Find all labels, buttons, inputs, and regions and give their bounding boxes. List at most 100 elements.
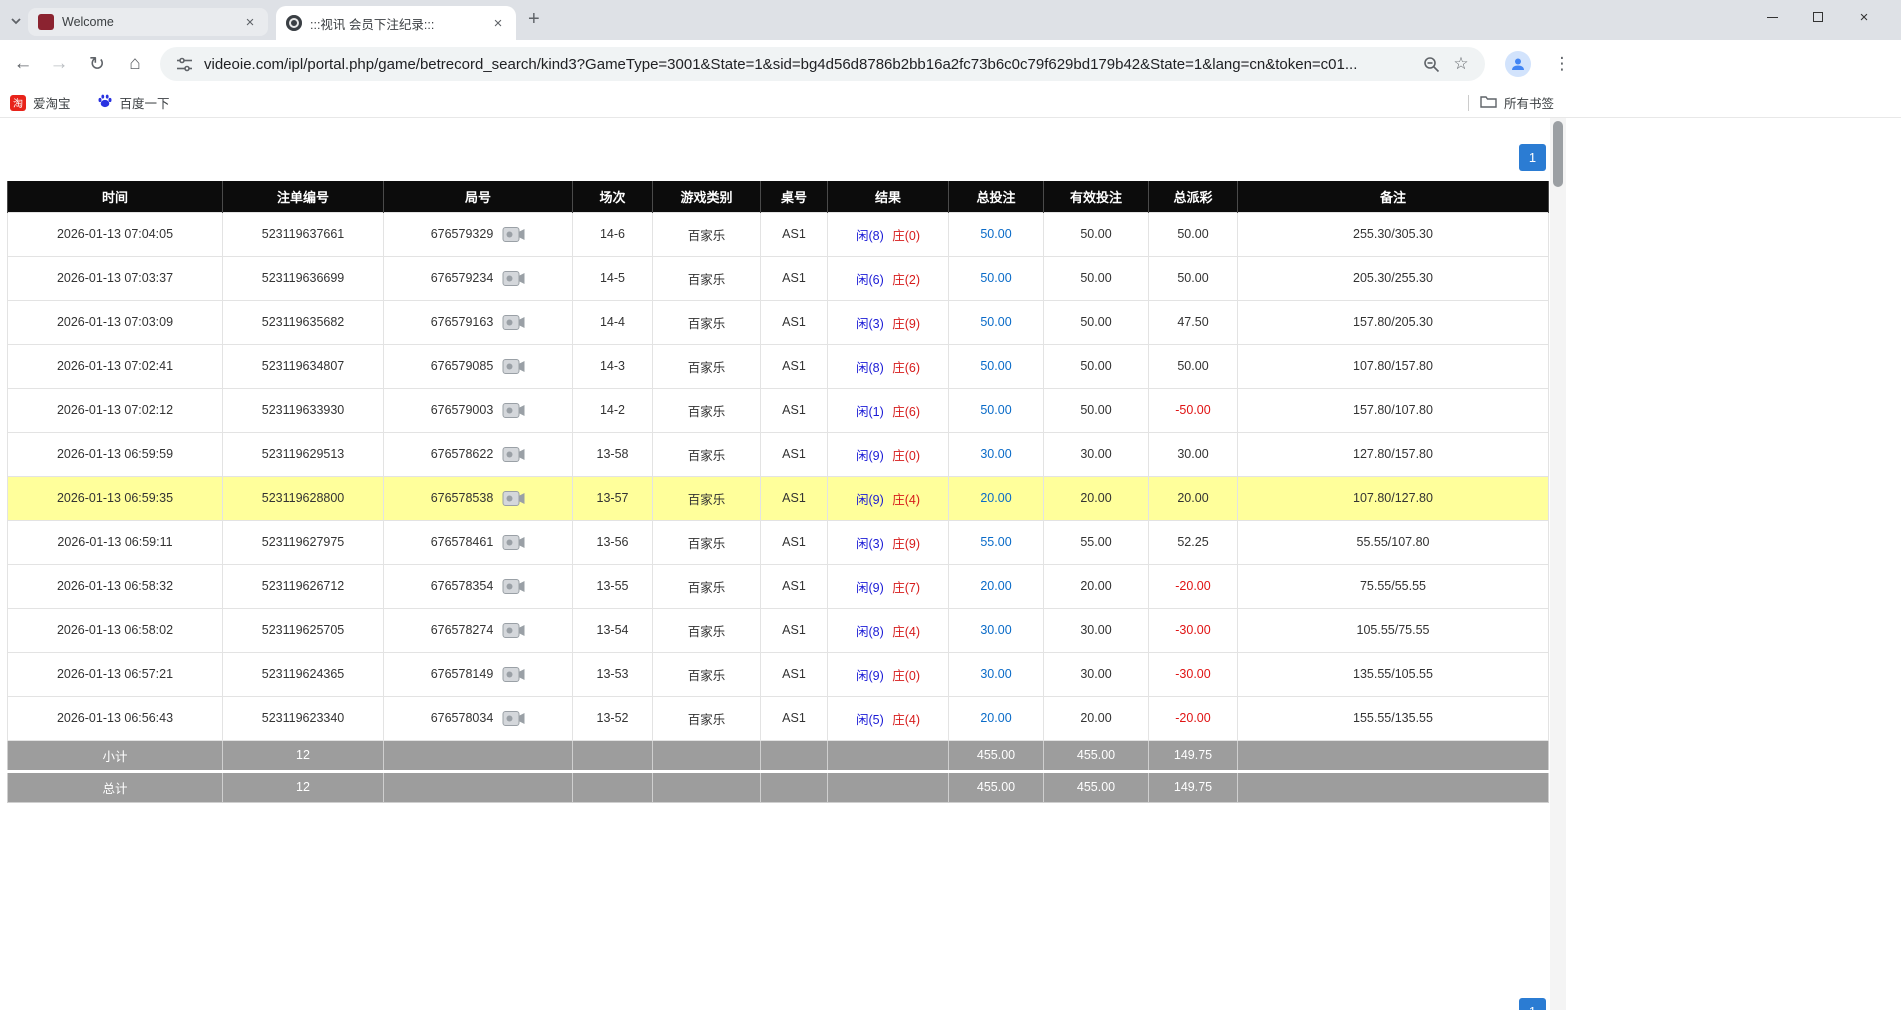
column-header-round-id: 局号 [384,181,573,212]
site-settings-tune-icon[interactable] [174,54,194,74]
total-bet-link[interactable]: 30.00 [980,447,1011,461]
cell-remark: 255.30/305.30 [1238,212,1549,256]
profile-avatar[interactable] [1505,51,1531,77]
table-row[interactable]: 2026-01-13 06:59:59 523119629513 6765786… [8,432,1549,476]
video-replay-icon[interactable] [502,577,525,596]
back-icon[interactable]: ← [8,40,38,88]
video-replay-icon[interactable] [502,533,525,552]
browser-menu-icon[interactable]: ⋮ [1549,40,1575,88]
cell-valid-bet: 20.00 [1044,564,1149,608]
round-id-text: 676579163 [431,315,494,329]
close-window-button[interactable]: × [1841,0,1887,34]
video-replay-icon[interactable] [502,313,525,332]
bookmark-taobao[interactable]: 淘 爱淘宝 [10,93,71,112]
all-bookmarks-button[interactable]: 所有书签 [1480,93,1554,112]
video-replay-icon[interactable] [502,665,525,684]
total-bet-link[interactable]: 20.00 [980,579,1011,593]
bet-records-table: 时间 注单编号 局号 场次 游戏类别 桌号 结果 总投注 有效投注 总派彩 备注… [7,181,1549,803]
video-replay-icon[interactable] [502,225,525,244]
tab-close-icon[interactable]: × [242,14,258,31]
table-row[interactable]: 2026-01-13 06:58:32 523119626712 6765783… [8,564,1549,608]
cell-total-bet: 30.00 [949,432,1044,476]
home-icon[interactable]: ⌂ [120,40,150,88]
round-id-text: 676579329 [431,227,494,241]
cell-time: 2026-01-13 07:02:12 [8,388,223,432]
pagination-button-top[interactable]: 1 [1519,144,1546,171]
summary-empty-cell [761,771,828,802]
total-bet-link[interactable]: 55.00 [980,535,1011,549]
table-row[interactable]: 2026-01-13 06:59:11 523119627975 6765784… [8,520,1549,564]
cell-round-id: 676579163 [384,300,573,344]
cell-remark: 155.55/135.55 [1238,696,1549,740]
summary-empty-cell [573,740,653,771]
tab-bet-records[interactable]: :::视讯 会员下注纪录::: × [276,6,516,40]
round-id-text: 676578034 [431,711,494,725]
new-tab-button[interactable]: + [528,8,540,31]
total-bet-link[interactable]: 50.00 [980,403,1011,417]
refresh-icon[interactable]: ↻ [82,40,112,88]
video-replay-icon[interactable] [502,401,525,420]
table-row[interactable]: 2026-01-13 07:04:05 523119637661 6765793… [8,212,1549,256]
tab-favicon-globe-icon [286,15,302,31]
scrollbar-thumb[interactable] [1553,121,1563,187]
minimize-button[interactable] [1749,0,1795,34]
total-bet-link[interactable]: 50.00 [980,271,1011,285]
cell-payout: 50.00 [1149,212,1238,256]
total-bet-link[interactable]: 20.00 [980,711,1011,725]
cell-valid-bet: 30.00 [1044,652,1149,696]
video-replay-icon[interactable] [502,621,525,640]
cell-result: 闲(8) 庄(4) [828,608,949,652]
cell-remark: 135.55/105.55 [1238,652,1549,696]
cell-game-type: 百家乐 [653,256,761,300]
tab-search-chevron-icon[interactable] [8,13,24,29]
total-count: 12 [223,771,384,802]
bookmark-baidu[interactable]: 百度一下 [97,93,170,112]
round-id-text: 676579085 [431,359,494,373]
cell-game-type: 百家乐 [653,432,761,476]
table-row[interactable]: 2026-01-13 07:03:37 523119636699 6765792… [8,256,1549,300]
table-row[interactable]: 2026-01-13 06:57:21 523119624365 6765781… [8,652,1549,696]
total-bet-link[interactable]: 50.00 [980,359,1011,373]
round-id-text: 676579234 [431,271,494,285]
maximize-button[interactable] [1795,0,1841,34]
tab-welcome[interactable]: Welcome × [28,8,268,36]
cell-game-type: 百家乐 [653,212,761,256]
table-row[interactable]: 2026-01-13 07:03:09 523119635682 6765791… [8,300,1549,344]
cell-round-id: 676578461 [384,520,573,564]
result-banker: 庄(4) [892,713,920,727]
total-bet-link[interactable]: 20.00 [980,491,1011,505]
table-row[interactable]: 2026-01-13 07:02:12 523119633930 6765790… [8,388,1549,432]
tab-close-icon[interactable]: × [490,15,506,32]
bookmark-star-icon[interactable]: ☆ [1451,54,1471,74]
cell-table-no: AS1 [761,608,828,652]
total-bet-link[interactable]: 30.00 [980,623,1011,637]
cell-table-no: AS1 [761,212,828,256]
cell-session: 13-53 [573,652,653,696]
cell-remark: 75.55/55.55 [1238,564,1549,608]
scrollbar[interactable] [1550,118,1566,1010]
column-header-order-id: 注单编号 [223,181,384,212]
table-row[interactable]: 2026-01-13 07:02:41 523119634807 6765790… [8,344,1549,388]
round-id-text: 676578149 [431,667,494,681]
cell-game-type: 百家乐 [653,696,761,740]
table-row[interactable]: 2026-01-13 06:58:02 523119625705 6765782… [8,608,1549,652]
table-row[interactable]: 2026-01-13 06:56:43 523119623340 6765780… [8,696,1549,740]
forward-icon[interactable]: → [44,40,74,88]
video-replay-icon[interactable] [502,709,525,728]
address-bar[interactable]: videoie.com/ipl/portal.php/game/betrecor… [160,47,1485,81]
video-replay-icon[interactable] [502,445,525,464]
video-replay-icon[interactable] [502,489,525,508]
cell-round-id: 676578149 [384,652,573,696]
url-text[interactable]: videoie.com/ipl/portal.php/game/betrecor… [204,56,1411,73]
total-bet-link[interactable]: 50.00 [980,227,1011,241]
total-bet-link[interactable]: 30.00 [980,667,1011,681]
pagination-button-bottom[interactable]: 1 [1519,998,1546,1010]
video-replay-icon[interactable] [502,269,525,288]
total-bet-link[interactable]: 50.00 [980,315,1011,329]
cell-round-id: 676579003 [384,388,573,432]
cell-session: 13-55 [573,564,653,608]
table-row[interactable]: 2026-01-13 06:59:35 523119628800 6765785… [8,476,1549,520]
cell-payout: 52.25 [1149,520,1238,564]
video-replay-icon[interactable] [502,357,525,376]
zoom-icon[interactable] [1421,54,1441,74]
